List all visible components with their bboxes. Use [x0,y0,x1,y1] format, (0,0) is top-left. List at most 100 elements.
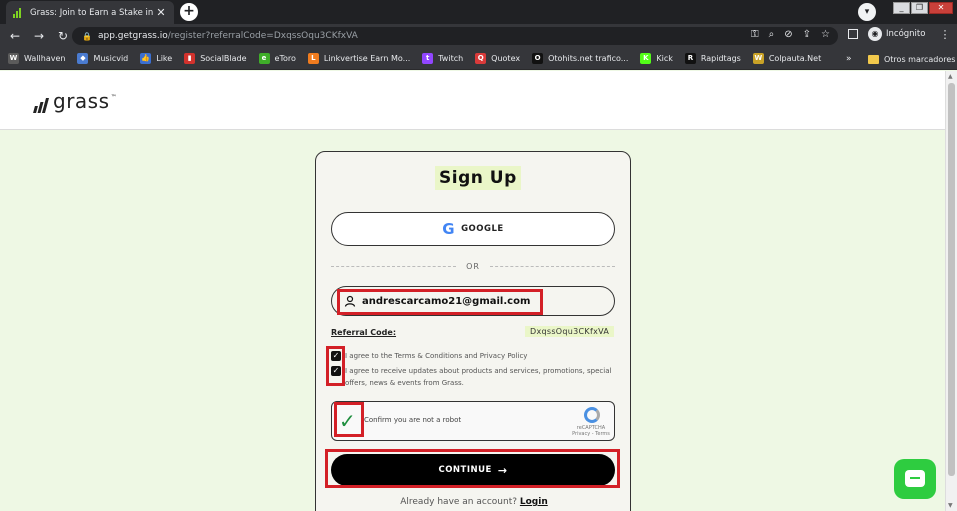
recaptcha-brand: reCAPTCHA Privacy - Terms [572,425,610,437]
other-bookmarks-label: Otros marcadores [884,54,956,64]
bookmark-favicon-icon: Q [475,53,487,64]
bookmark-item[interactable]: R Rapidtags [684,53,741,64]
updates-text: I agree to receive updates about product… [345,367,612,387]
kebab-menu-icon[interactable]: ⋮ [939,28,950,41]
bookmark-favicon-icon: e [258,53,270,64]
zoom-icon[interactable]: ⌕ [769,29,775,40]
bookmark-item[interactable]: 👍 Like [140,53,172,64]
bookmark-label: Like [156,54,173,63]
bookmark-favicon-icon: K [640,53,652,64]
bookmark-label: Rapidtags [700,54,741,63]
have-account-text: Already have an account? [400,497,518,507]
email-field[interactable]: andrescarcamo21@gmail.com [331,286,615,316]
bookmark-favicon-icon: L [307,53,319,64]
scrollbar-thumb[interactable] [948,83,955,476]
browser-tab[interactable]: Grass: Join to Earn a Stake in AI ✕ [6,1,174,24]
browser-tab-strip: Grass: Join to Earn a Stake in AI ✕ + ▾ … [0,0,957,24]
terms-text: I agree to the Terms & Conditions and Pr… [345,352,528,360]
bookmark-label: Linkvertise Earn Mo... [323,54,411,63]
share-icon[interactable]: ⇪ [803,29,811,40]
back-arrow-icon[interactable]: ← [6,27,24,45]
close-tab-icon[interactable]: ✕ [154,6,168,19]
bookmark-item[interactable]: ▮ SocialBlade [184,53,247,64]
tab-search-button[interactable]: ▾ [858,3,876,21]
profile-area: ◉ Incógnito ⋮ [848,27,950,41]
bookmark-label: Otohits.net trafico... [548,54,629,63]
signup-card: Sign Up G GOOGLE OR andrescarcamo21@gmai… [315,151,631,511]
lock-icon: 🔒 [82,31,92,41]
url-path: /register?referralCode=DxqssOqu3CKfxVA [167,31,358,41]
bookmark-item[interactable]: e eToro [258,53,296,64]
login-prompt: Already have an account? Login [316,497,632,507]
bookmark-favicon-icon: ◆ [77,53,89,64]
bookmark-item[interactable]: K Kick [640,53,673,64]
new-tab-button[interactable]: + [180,3,198,21]
incognito-icon[interactable]: ◉ [868,27,882,41]
page-content: grass ™ Sign Up G GOOGLE OR andrescarcam… [0,71,945,511]
bookmark-star-icon[interactable]: ☆ [821,29,830,40]
logo-text: grass [53,89,110,113]
bookmark-label: Wallhaven [24,54,66,63]
url-host: app.getgrass.io [97,31,168,41]
scroll-down-icon[interactable]: ▼ [948,502,953,509]
bookmark-favicon-icon: 👍 [140,53,152,64]
profile-label[interactable]: Incógnito [886,29,925,39]
or-label: OR [466,261,480,271]
bookmark-label: Twitch [438,54,464,63]
chat-support-button[interactable] [894,459,936,499]
bookmark-item[interactable]: ◆ Musicvid [77,53,128,64]
grass-logo[interactable]: grass ™ [33,89,117,113]
eye-off-icon[interactable]: ⊘ [784,29,792,40]
tab-title: Grass: Join to Earn a Stake in AI [30,7,154,18]
bookmark-label: Kick [656,54,673,63]
terms-checkbox-row[interactable]: ✓ I agree to the Terms & Conditions and … [331,350,615,362]
referral-code-value: DxqssOqu3CKfxVA [525,326,615,337]
forward-arrow-icon[interactable]: → [30,27,48,45]
user-icon [344,295,356,307]
email-value: andrescarcamo21@gmail.com [362,295,531,307]
scroll-up-icon[interactable]: ▲ [948,73,953,80]
bookmark-label: SocialBlade [200,54,247,63]
grass-favicon-icon [13,7,21,18]
google-icon: G [442,220,456,238]
recaptcha-logo-icon [584,407,600,423]
site-header: grass ™ [0,71,945,130]
key-icon[interactable]: ⚿ [751,29,759,40]
window-controls: _ ❐ ✕ [893,2,953,14]
bookmarks-overflow-icon[interactable]: » [846,48,852,70]
captcha-checkmark-icon[interactable]: ✓ [339,410,356,432]
folder-icon [868,54,879,64]
referral-code-label: Referral Code: [331,328,397,337]
page-scrollbar[interactable]: ▲ ▼ [945,71,957,511]
bookmark-item[interactable]: W Wallhaven [8,53,65,64]
updates-checkbox-row[interactable]: ✓ I agree to receive updates about produ… [331,365,615,389]
bookmark-favicon-icon: R [684,53,696,64]
reload-icon[interactable]: ↻ [54,27,72,45]
bookmark-item[interactable]: L Linkvertise Earn Mo... [307,53,411,64]
recaptcha-links[interactable]: Privacy - Terms [572,431,610,437]
arrow-right-icon: → [497,463,508,477]
address-bar[interactable]: 🔒 app.getgrass.io /register?referralCode… [72,27,838,45]
bookmark-favicon-icon: O [532,53,544,64]
login-link[interactable]: Login [520,497,548,507]
bookmark-item[interactable]: O Otohits.net trafico... [532,53,628,64]
grass-logo-icon [33,98,50,113]
bookmark-item[interactable]: Q Quotex [475,53,520,64]
minimize-button[interactable]: _ [893,2,910,14]
close-window-button[interactable]: ✕ [929,2,953,14]
updates-checkbox[interactable]: ✓ [331,366,341,376]
bookmark-label: Musicvid [93,54,129,63]
chat-bubble-icon [905,470,925,487]
other-bookmarks-folder[interactable]: Otros marcadores [868,48,955,70]
side-panel-icon[interactable] [848,29,858,39]
recaptcha-widget: ✓ Confirm you are not a robot reCAPTCHA P… [331,401,615,441]
bookmark-item[interactable]: t Twitch [422,53,463,64]
captcha-label: Confirm you are not a robot [364,416,462,424]
continue-button[interactable]: CONTINUE → [331,454,615,486]
terms-checkbox[interactable]: ✓ [331,351,341,361]
bookmark-item[interactable]: W Colpauta.Net [752,53,821,64]
google-signup-button[interactable]: G GOOGLE [331,212,615,246]
bookmark-label: Quotex [491,54,521,63]
restore-button[interactable]: ❐ [911,2,928,14]
bookmark-favicon-icon: ▮ [184,53,196,64]
